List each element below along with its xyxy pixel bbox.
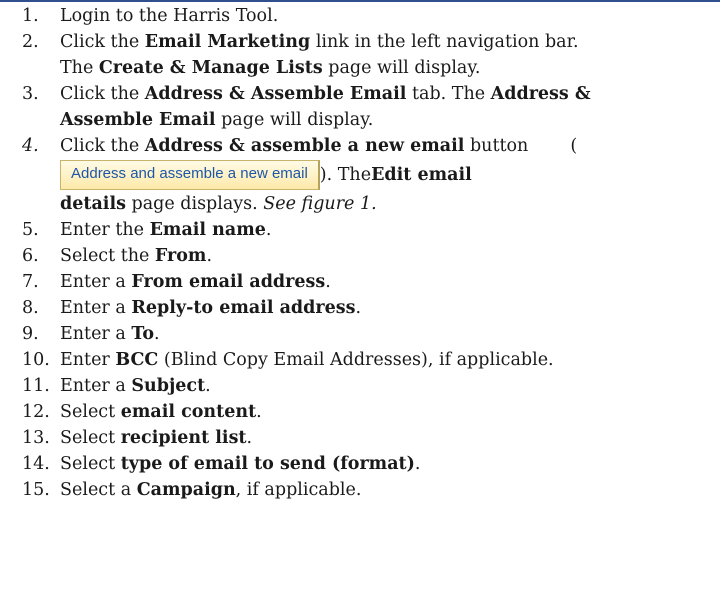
step-text: .: [325, 272, 331, 292]
step-text: button: [464, 136, 529, 156]
address-assemble-new-email-button[interactable]: Address and assemble a new email: [60, 160, 320, 190]
step-text: .: [246, 428, 253, 448]
step-text: The: [60, 58, 99, 78]
step-bold-term: recipient list: [120, 428, 247, 448]
step-text: Select: [60, 454, 121, 474]
step-text: .: [414, 454, 421, 474]
step-number: 10.: [22, 350, 50, 370]
step-number: 4.: [22, 136, 39, 156]
step-number: 3.: [22, 84, 39, 104]
step-15: 15. Select a Campaign, if applicable.: [0, 477, 720, 503]
step-bold-term: From: [154, 246, 207, 266]
step-text: , if applicable.: [235, 480, 362, 500]
step-bold-term: Email name: [149, 220, 266, 240]
step-5: 5. Enter the Email name.: [0, 217, 720, 243]
step-bold-term: email content: [120, 402, 257, 422]
step-12: 12. Select email content.: [0, 399, 720, 425]
step-bold-term: Edit email: [371, 165, 472, 185]
step-text: link in the left navigation bar.: [310, 32, 579, 52]
step-text: Click the: [60, 32, 145, 52]
step-text: Select the: [60, 246, 155, 266]
step-3: 3. Click the Address & Assemble Email ta…: [0, 81, 720, 133]
step-bold-term: Assemble Email: [60, 110, 216, 130]
step-text: Select: [60, 428, 121, 448]
step-text: Login to the Harris Tool.: [60, 6, 279, 26]
step-number: 13.: [22, 428, 50, 448]
step-text: Enter: [60, 350, 116, 370]
step-number: 12.: [22, 402, 50, 422]
step-bold-term: Address & assemble a new email: [144, 136, 465, 156]
step-number: 2.: [22, 32, 39, 52]
step-bold-term: Address & Assemble Email: [144, 84, 407, 104]
step-number: 9.: [22, 324, 39, 344]
step-text: page displays.: [125, 194, 264, 214]
step-bold-term: Campaign: [136, 480, 236, 500]
step-text: Select: [60, 402, 121, 422]
step-number: 11.: [22, 376, 50, 396]
step-text: .: [256, 402, 262, 422]
open-paren: (: [570, 136, 578, 156]
step-7: 7. Enter a From email address.: [0, 269, 720, 295]
step-14: 14. Select type of email to send (format…: [0, 451, 720, 477]
step-number: 5.: [22, 220, 39, 240]
step-number: 15.: [22, 480, 50, 500]
step-4: 4. Click the Address & assemble a new em…: [0, 133, 720, 217]
step-text: Enter a: [60, 376, 132, 396]
step-number: 1.: [22, 6, 39, 26]
step-text: (Blind Copy Email Addresses), if applica…: [158, 350, 554, 370]
step-text: ). The: [319, 165, 372, 185]
step-number: 8.: [22, 298, 39, 318]
step-bold-term: Address &: [490, 84, 591, 104]
step-number: 7.: [22, 272, 39, 292]
step-text: Click the: [60, 84, 145, 104]
step-1: 1. Login to the Harris Tool.: [0, 3, 720, 29]
step-text: .: [265, 220, 272, 240]
step-text: Click the: [60, 136, 145, 156]
step-8: 8. Enter a Reply-to email address.: [0, 295, 720, 321]
step-bold-term: Email Marketing: [144, 32, 311, 52]
step-bold-term: type of email to send (format): [120, 454, 415, 474]
step-bold-term: BCC: [115, 350, 159, 370]
step-text: Select a: [60, 480, 137, 500]
step-9: 9. Enter a To.: [0, 321, 720, 347]
figure-reference: See figure 1.: [263, 194, 377, 214]
step-text: .: [154, 324, 160, 344]
step-text: .: [205, 376, 211, 396]
step-text: page will display.: [215, 110, 374, 130]
step-11: 11. Enter a Subject.: [0, 373, 720, 399]
step-number: 14.: [22, 454, 50, 474]
step-6: 6. Select the From.: [0, 243, 720, 269]
step-text: page will display.: [322, 58, 481, 78]
step-bold-term: From email address: [131, 272, 326, 292]
step-number: 6.: [22, 246, 39, 266]
instruction-steps-list: 1. Login to the Harris Tool. 2. Click th…: [0, 3, 720, 503]
step-text: Enter a: [60, 298, 132, 318]
step-13: 13. Select recipient list.: [0, 425, 720, 451]
step-bold-term: details: [60, 194, 126, 214]
step-bold-term: Create & Manage Lists: [98, 58, 323, 78]
step-2: 2. Click the Email Marketing link in the…: [0, 29, 720, 81]
step-text: tab. The: [406, 84, 491, 104]
step-10: 10. Enter BCC (Blind Copy Email Addresse…: [0, 347, 720, 373]
step-bold-term: To: [131, 324, 155, 344]
step-bold-term: Reply-to email address: [131, 298, 356, 318]
top-border-rule: [0, 0, 720, 2]
step-text: Enter a: [60, 272, 132, 292]
step-bold-term: Subject: [131, 376, 206, 396]
step-text: Enter a: [60, 324, 132, 344]
step-text: .: [206, 246, 213, 266]
step-text: Enter the: [60, 220, 150, 240]
step-text: .: [355, 298, 362, 318]
